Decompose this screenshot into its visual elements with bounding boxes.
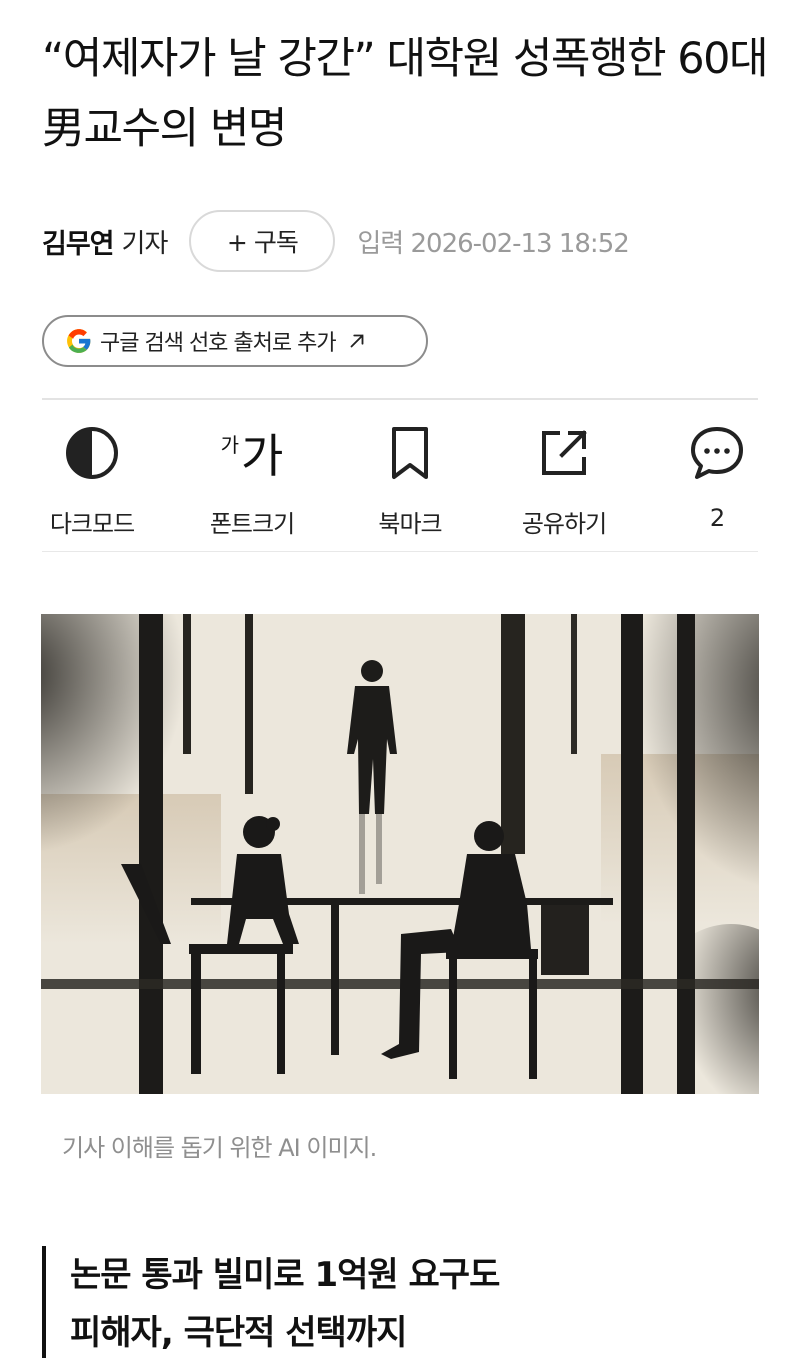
share-icon: [542, 430, 587, 475]
dark-mode-button[interactable]: 다크모드: [42, 422, 142, 538]
toolbar-divider-bottom: [42, 551, 758, 552]
half-circle-icon: [66, 427, 118, 479]
subheading-line-1: 논문 통과 빌미로 1억원 요구도: [70, 1255, 500, 1295]
comments-button[interactable]: 2: [684, 422, 750, 537]
google-chip-label: 구글 검색 선호 출처로 추가: [100, 331, 337, 356]
toolbar-divider-top: [42, 398, 758, 400]
subscribe-button[interactable]: + 구독: [189, 210, 336, 272]
share-label: 공유하기: [521, 510, 607, 538]
font-size-icon: 가 가: [220, 429, 284, 483]
ai-illustration: [41, 614, 759, 1094]
share-button[interactable]: 공유하기: [506, 422, 622, 538]
external-arrow-icon: [350, 334, 364, 348]
subheading-line-2: 피해자, 극단적 선택까지: [70, 1313, 407, 1353]
reporter-role: 기자: [121, 228, 169, 259]
font-size-button[interactable]: 가 가 폰트크기: [196, 422, 308, 538]
published-time: 입력 2026-02-13 18:52: [357, 228, 629, 259]
google-logo-icon: [67, 329, 91, 353]
dark-mode-label: 다크모드: [49, 510, 135, 538]
article-subheading: 논문 통과 빌미로 1억원 요구도 피해자, 극단적 선택까지: [42, 1246, 758, 1358]
byline: 김무연 기자 + 구독 입력 2026-02-13 18:52: [42, 210, 762, 272]
article-page: “여제자가 날 강간” 대학원 성폭행한 60대 男교수의 변명 김무연 기자 …: [0, 0, 800, 1358]
bookmark-icon: [392, 427, 428, 479]
reporter-name[interactable]: 김무연: [42, 222, 115, 261]
bookmark-button[interactable]: 북마크: [360, 422, 460, 538]
article-image[interactable]: [41, 614, 759, 1094]
comments-count: 2: [709, 504, 725, 532]
article-headline: “여제자가 날 강간” 대학원 성폭행한 60대 男교수의 변명: [42, 34, 769, 154]
bookmark-label: 북마크: [378, 510, 442, 538]
image-caption: 기사 이해를 돕기 위한 AI 이미지.: [62, 1134, 377, 1162]
google-preferred-source-button[interactable]: 구글 검색 선호 출처로 추가: [42, 315, 428, 367]
comment-icon: [691, 427, 743, 479]
font-size-label: 폰트크기: [209, 510, 295, 538]
